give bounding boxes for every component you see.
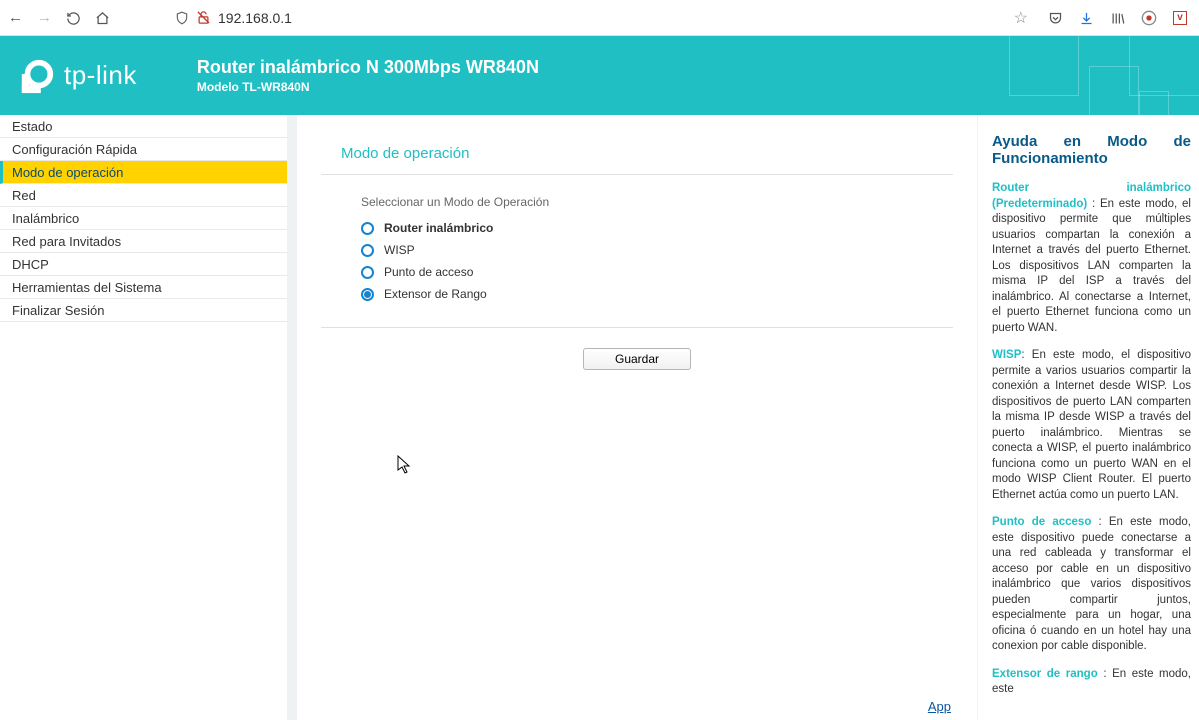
back-icon[interactable]: ← (8, 9, 23, 26)
save-button[interactable]: Guardar (583, 348, 691, 370)
radio-icon[interactable] (361, 288, 374, 301)
select-mode-label: Seleccionar un Modo de Operación (361, 195, 953, 209)
library-icon[interactable] (1110, 9, 1125, 26)
extension-icon-1[interactable] (1141, 9, 1157, 26)
panel-title: Modo de operación (321, 145, 953, 162)
tplink-logo-icon (18, 57, 56, 95)
sidebar-nav: EstadoConfiguración RápidaModo de operac… (0, 115, 287, 720)
download-icon[interactable] (1079, 9, 1094, 26)
pocket-icon[interactable] (1048, 9, 1063, 26)
sidebar-item-red[interactable]: Red (0, 184, 287, 207)
sidebar-item-herramientas-del-sistema[interactable]: Herramientas del Sistema (0, 276, 287, 299)
product-model: Modelo TL-WR840N (197, 80, 539, 94)
radio-row-wisp[interactable]: WISP (361, 243, 953, 257)
address-bar[interactable]: 192.168.0.1 ☆ (120, 8, 1038, 28)
main-panel: Modo de operación Seleccionar un Modo de… (297, 115, 977, 720)
help-paragraph: Extensor de rango : En este modo, este (992, 667, 1191, 698)
shield-icon (175, 11, 189, 25)
radio-row-router-inal-mbrico[interactable]: Router inalámbrico (361, 221, 953, 235)
help-keyword: Punto de acceso (992, 516, 1099, 528)
app-link[interactable]: App (928, 699, 951, 714)
sidebar-item-finalizar-sesi-n[interactable]: Finalizar Sesión (0, 299, 287, 322)
insecure-lock-icon (196, 10, 211, 25)
radio-label: WISP (384, 243, 415, 257)
sidebar-item-dhcp[interactable]: DHCP (0, 253, 287, 276)
product-title: Router inalámbrico N 300Mbps WR840N (197, 57, 539, 78)
help-keyword: Router inalámbrico (Predeterminado) (992, 182, 1191, 210)
help-paragraph: Router inalámbrico (Predeterminado) : En… (992, 181, 1191, 336)
sidebar-item-inal-mbrico[interactable]: Inalámbrico (0, 207, 287, 230)
help-paragraph: Punto de acceso : En este modo, este dis… (992, 515, 1191, 655)
header-decoration (959, 36, 1199, 115)
brand-logo: tp-link (18, 57, 137, 95)
url-text: 192.168.0.1 (218, 10, 292, 26)
reload-icon[interactable] (66, 9, 81, 26)
help-keyword: WISP (992, 349, 1021, 361)
help-keyword: Extensor de rango (992, 668, 1103, 680)
help-title: Ayuda en Modo de Funcionamiento (992, 133, 1191, 167)
help-panel: Ayuda en Modo de Funcionamiento Router i… (977, 115, 1199, 720)
brand-text: tp-link (64, 60, 137, 91)
radio-label: Extensor de Rango (384, 287, 487, 301)
cursor-icon (397, 455, 413, 475)
home-icon[interactable] (95, 9, 110, 26)
sidebar-item-estado[interactable]: Estado (0, 115, 287, 138)
help-paragraph: WISP: En este modo, el dispositivo permi… (992, 348, 1191, 503)
radio-icon[interactable] (361, 244, 374, 257)
header-title-block: Router inalámbrico N 300Mbps WR840N Mode… (197, 57, 539, 94)
browser-right-icons: v ⋯ (1048, 9, 1187, 26)
bookmark-star-icon[interactable]: ☆ (1014, 8, 1028, 28)
nav-icon-group: ← → (8, 9, 110, 26)
radio-row-punto-de-acceso[interactable]: Punto de acceso (361, 265, 953, 279)
browser-toolbar: ← → 192.168.0.1 ☆ v ⋯ (0, 0, 1199, 36)
sidebar-item-configuraci-n-r-pida[interactable]: Configuración Rápida (0, 138, 287, 161)
radio-label: Punto de acceso (384, 265, 473, 279)
sidebar-item-modo-de-operaci-n[interactable]: Modo de operación (0, 161, 287, 184)
radio-icon[interactable] (361, 222, 374, 235)
radio-icon[interactable] (361, 266, 374, 279)
forward-icon[interactable]: → (37, 9, 52, 26)
sidebar-item-red-para-invitados[interactable]: Red para Invitados (0, 230, 287, 253)
radio-label: Router inalámbrico (384, 221, 493, 235)
router-header: tp-link Router inalámbrico N 300Mbps WR8… (0, 36, 1199, 115)
extension-icon-2[interactable]: v (1173, 11, 1187, 25)
radio-row-extensor-de-rango[interactable]: Extensor de Rango (361, 287, 953, 301)
